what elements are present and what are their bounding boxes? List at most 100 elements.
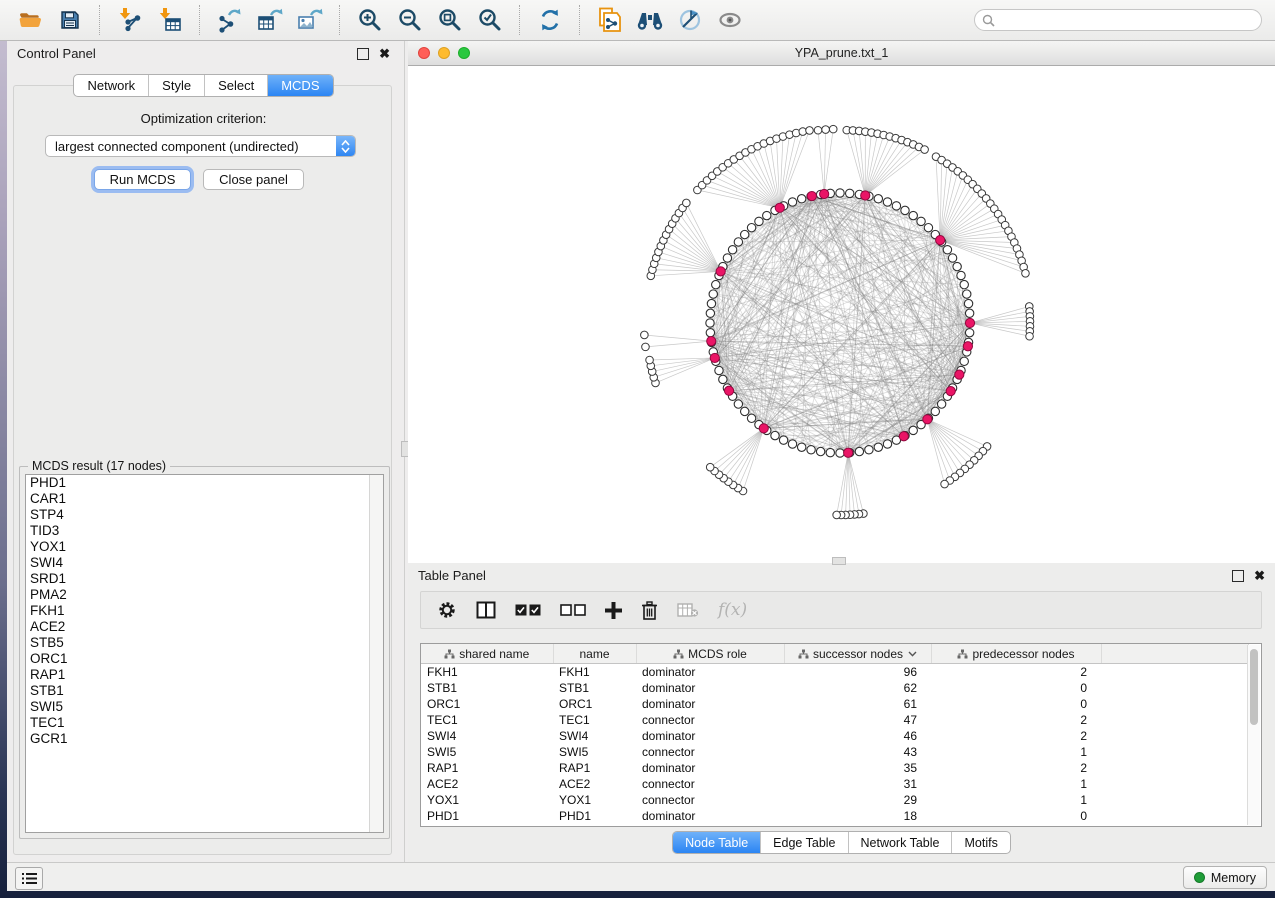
mcds-hub-node[interactable] (946, 387, 955, 396)
network-node[interactable] (709, 290, 717, 298)
network-node[interactable] (964, 299, 972, 307)
save-button[interactable] (54, 4, 86, 36)
mcds-hub-node[interactable] (923, 415, 932, 424)
mcds-hub-node[interactable] (936, 236, 945, 245)
network-node[interactable] (683, 199, 691, 207)
tab-select[interactable]: Select (204, 75, 267, 96)
mcds-hub-node[interactable] (716, 267, 725, 276)
network-node[interactable] (734, 238, 742, 246)
refresh-layout-button[interactable] (534, 4, 566, 36)
table-row[interactable]: YOX1YOX1connector291 (421, 792, 1249, 808)
mcds-hub-node[interactable] (899, 432, 908, 441)
network-node[interactable] (917, 217, 925, 225)
mcds-result-item[interactable]: PHD1 (26, 475, 383, 491)
mcds-hub-node[interactable] (775, 203, 784, 212)
mcds-hub-node[interactable] (844, 448, 853, 457)
network-node[interactable] (741, 230, 749, 238)
network-node[interactable] (728, 246, 736, 254)
tab-mcds[interactable]: MCDS (267, 75, 332, 96)
mcds-result-item[interactable]: ACE2 (26, 619, 383, 635)
search-network-button[interactable] (634, 4, 666, 36)
network-node[interactable] (755, 217, 763, 225)
network-node[interactable] (892, 202, 900, 210)
network-node[interactable] (706, 329, 714, 337)
network-node[interactable] (807, 446, 815, 454)
column-header-predecessor-nodes[interactable]: predecessor nodes (931, 644, 1101, 664)
network-node[interactable] (855, 447, 863, 455)
network-node[interactable] (953, 262, 961, 270)
table-row[interactable]: FKH1FKH1dominator962 (421, 664, 1249, 681)
mcds-result-item[interactable]: SRD1 (26, 571, 383, 587)
table-tab-motifs[interactable]: Motifs (951, 832, 1009, 853)
tab-style[interactable]: Style (148, 75, 204, 96)
column-header-name[interactable]: name (553, 644, 636, 664)
network-node[interactable] (747, 414, 755, 422)
import-network-button[interactable] (114, 4, 146, 36)
table-settings-button[interactable] (437, 600, 457, 620)
network-node[interactable] (931, 407, 939, 415)
mcds-hub-node[interactable] (710, 353, 719, 362)
mcds-hub-node[interactable] (955, 370, 964, 379)
network-node[interactable] (965, 329, 973, 337)
network-node[interactable] (883, 198, 891, 206)
mcds-hub-node[interactable] (707, 336, 716, 345)
network-node[interactable] (719, 375, 727, 383)
network-node[interactable] (965, 309, 973, 317)
tab-network[interactable]: Network (74, 75, 148, 96)
table-tab-edge-table[interactable]: Edge Table (760, 832, 847, 853)
network-node[interactable] (874, 443, 882, 451)
mcds-hub-node[interactable] (807, 191, 816, 200)
network-node[interactable] (712, 280, 720, 288)
zoom-selected-button[interactable] (474, 4, 506, 36)
mcds-hub-node[interactable] (820, 189, 829, 198)
network-node[interactable] (707, 299, 715, 307)
mcds-result-item[interactable]: SWI5 (26, 699, 383, 715)
column-header-shared-name[interactable]: shared name (421, 644, 553, 664)
export-table-button[interactable] (254, 4, 286, 36)
network-node[interactable] (642, 343, 650, 351)
deselect-all-button[interactable] (560, 604, 586, 616)
table-row[interactable]: ORC1ORC1dominator610 (421, 696, 1249, 712)
table-tab-node-table[interactable]: Node Table (673, 832, 760, 853)
network-node[interactable] (797, 195, 805, 203)
network-node[interactable] (734, 400, 742, 408)
mcds-hub-node[interactable] (861, 191, 870, 200)
mcds-result-item[interactable]: RAP1 (26, 667, 383, 683)
show-hide-graphics-button[interactable] (714, 4, 746, 36)
network-window-titlebar[interactable]: YPA_prune.txt_1 (408, 41, 1275, 66)
network-graph[interactable] (408, 66, 1275, 564)
mcds-result-item[interactable]: STB5 (26, 635, 383, 651)
close-panel-button[interactable]: Close panel (203, 169, 304, 190)
network-node[interactable] (788, 198, 796, 206)
network-node[interactable] (771, 431, 779, 439)
network-node[interactable] (826, 448, 834, 456)
network-node[interactable] (836, 449, 844, 457)
network-node[interactable] (797, 443, 805, 451)
search-input[interactable] (1000, 12, 1261, 29)
task-history-button[interactable] (15, 867, 43, 890)
column-header-mcds-role[interactable]: MCDS role (636, 644, 784, 664)
network-node[interactable] (901, 206, 909, 214)
network-node[interactable] (909, 426, 917, 434)
network-node[interactable] (747, 224, 755, 232)
network-node[interactable] (836, 189, 844, 197)
mcds-result-item[interactable]: PMA2 (26, 587, 383, 603)
mcds-result-item[interactable]: TEC1 (26, 715, 383, 731)
run-mcds-button[interactable]: Run MCDS (94, 169, 191, 190)
network-node[interactable] (874, 195, 882, 203)
network-node[interactable] (883, 440, 891, 448)
mcds-result-item[interactable]: FKH1 (26, 603, 383, 619)
mcds-hub-node[interactable] (759, 424, 768, 433)
network-node[interactable] (706, 319, 714, 327)
export-image-button[interactable] (294, 4, 326, 36)
mcds-hub-node[interactable] (965, 318, 974, 327)
select-all-button[interactable] (515, 604, 541, 616)
network-node[interactable] (921, 146, 929, 154)
import-table-button[interactable] (154, 4, 186, 36)
delete-column-button[interactable] (641, 601, 658, 620)
network-node[interactable] (833, 511, 841, 519)
show-columns-button[interactable] (476, 601, 496, 619)
table-panel-titlebar[interactable]: Table Panel ✖ (408, 563, 1275, 588)
mcds-result-item[interactable]: CAR1 (26, 491, 383, 507)
toggle-graphics-button[interactable] (674, 4, 706, 36)
